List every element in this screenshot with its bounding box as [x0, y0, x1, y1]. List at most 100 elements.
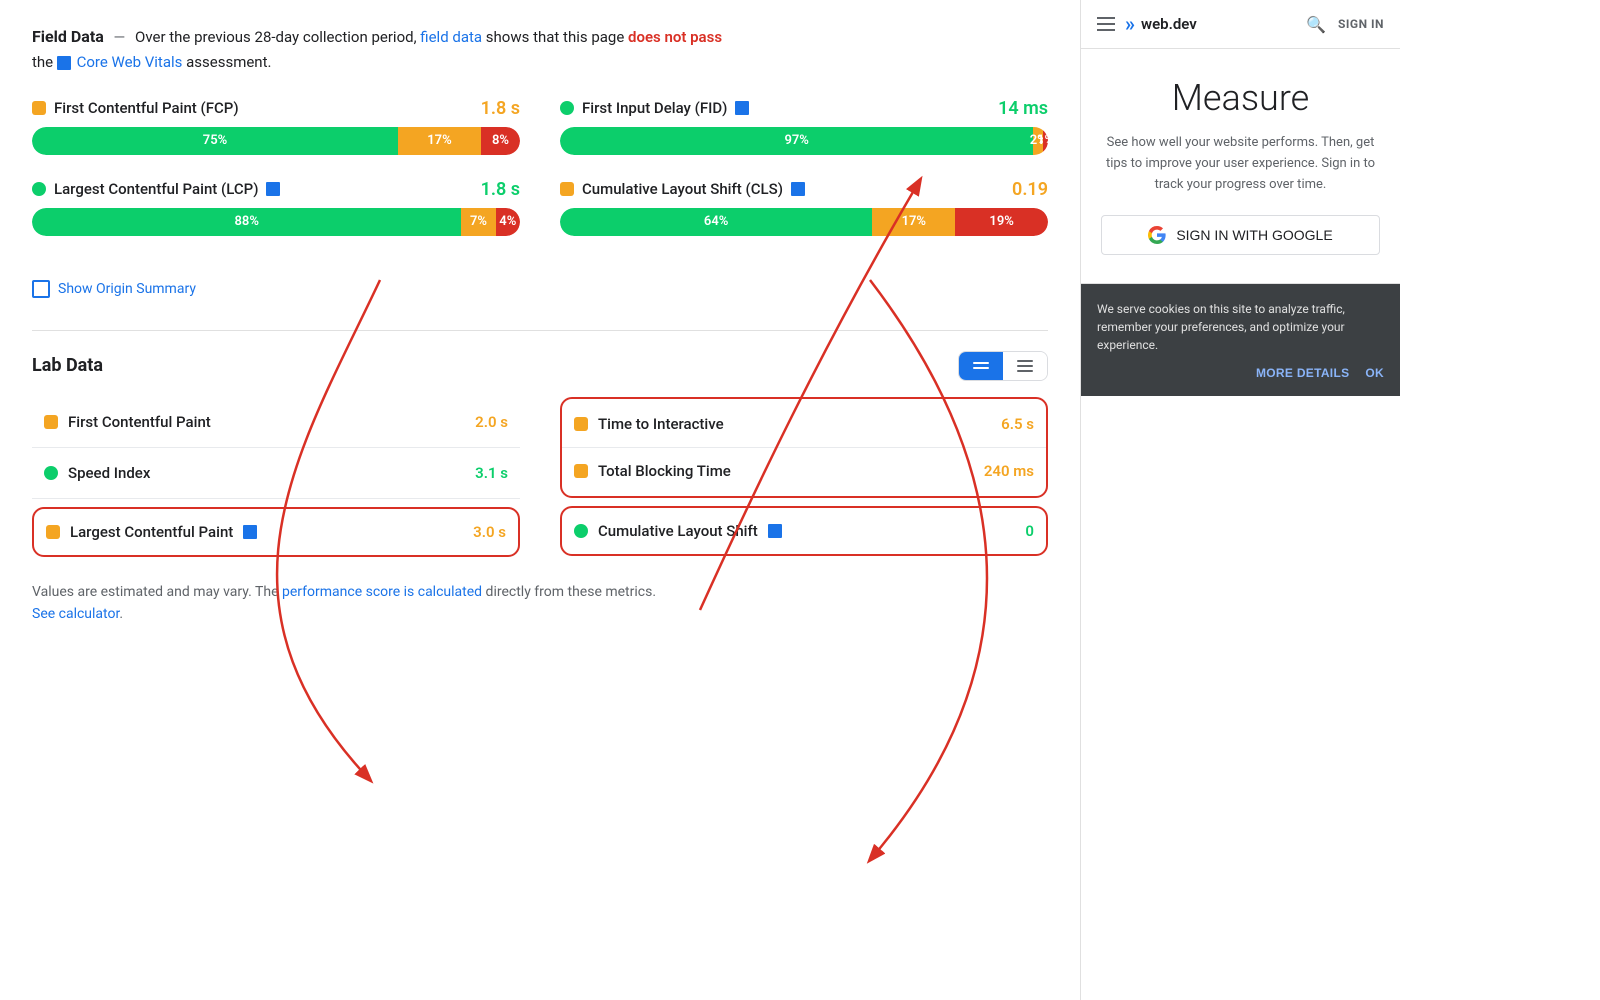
google-signin-button[interactable]: SIGN IN WITH GOOGLE	[1101, 215, 1380, 255]
page-wrapper: Field Data — Over the previous 28-day co…	[0, 0, 1600, 1000]
lab-cls-left: Cumulative Layout Shift	[574, 522, 782, 540]
lab-col-left: First Contentful Paint 2.0 s Speed Index…	[32, 397, 520, 561]
lab-fcp: First Contentful Paint 2.0 s	[32, 397, 520, 448]
sign-in-text[interactable]: SIGN IN	[1338, 17, 1384, 31]
lab-col-right: Time to Interactive 6.5 s Total Blocking…	[560, 397, 1048, 561]
metric-fid: First Input Delay (FID) 14 ms 97% 2% 1%	[560, 98, 1048, 155]
lcp-value: 1.8 s	[481, 179, 520, 200]
cookie-text: We serve cookies on this site to analyze…	[1097, 300, 1384, 354]
fcp-bar-green: 75%	[32, 127, 398, 155]
lab-lcp-dot	[46, 525, 60, 539]
measure-title: Measure	[1101, 77, 1380, 119]
lab-lcp-value: 3.0 s	[473, 523, 506, 541]
assessment-text: assessment.	[186, 53, 271, 71]
google-g-icon	[1148, 226, 1166, 244]
lab-fcp-value: 2.0 s	[475, 413, 508, 431]
cookie-ok-button[interactable]: OK	[1365, 366, 1384, 380]
lab-cls-title: Cumulative Layout Shift	[598, 522, 758, 540]
lcp-title: Largest Contentful Paint (LCP)	[54, 180, 258, 198]
metric-lcp-header: Largest Contentful Paint (LCP) 1.8 s	[32, 179, 520, 200]
fail-text: does not pass	[628, 28, 722, 46]
lab-data-section: Lab Data	[32, 351, 1048, 561]
lcp-bar: 88% 7% 4%	[32, 208, 520, 236]
cookie-more-details-button[interactable]: MORE DETAILS	[1256, 366, 1349, 380]
lab-lcp-title: Largest Contentful Paint	[70, 523, 233, 541]
fid-cwv-badge	[735, 101, 749, 115]
cls-bar-orange: 17%	[872, 208, 955, 236]
lab-metrics-grid: First Contentful Paint 2.0 s Speed Index…	[32, 397, 1048, 561]
measure-desc: See how well your website performs. Then…	[1101, 133, 1380, 195]
dash: —	[114, 28, 126, 46]
see-calculator-link[interactable]: See calculator	[32, 606, 119, 622]
show-origin-checkbox[interactable]	[32, 280, 50, 298]
toggle-list-btn[interactable]	[1003, 352, 1047, 380]
cls-dot	[560, 182, 574, 196]
lab-fcp-left: First Contentful Paint	[44, 413, 211, 431]
metric-lcp: Largest Contentful Paint (LCP) 1.8 s 88%…	[32, 179, 520, 236]
header-desc-pre: Over the previous 28-day collection peri…	[135, 28, 417, 46]
sidebar-nav-left: » web.dev	[1097, 12, 1197, 36]
sidebar-top-bar: » web.dev 🔍 SIGN IN	[1081, 0, 1400, 49]
field-data-header: Field Data — Over the previous 28-day co…	[32, 24, 1048, 74]
lab-tbt-value: 240 ms	[984, 462, 1034, 480]
metric-fid-title-group: First Input Delay (FID)	[560, 99, 749, 117]
logo-arrow-icon: »	[1125, 12, 1135, 36]
lab-si-title: Speed Index	[68, 464, 150, 482]
cwv-link[interactable]: Core Web Vitals	[77, 53, 183, 71]
field-metrics-grid: First Contentful Paint (FCP) 1.8 s 75% 1…	[32, 98, 1048, 260]
sidebar-nav-right: 🔍 SIGN IN	[1306, 15, 1384, 34]
fcp-dot	[32, 101, 46, 115]
list-icon	[1017, 360, 1033, 372]
header-desc-post: the	[32, 53, 53, 71]
metric-cls-header: Cumulative Layout Shift (CLS) 0.19	[560, 179, 1048, 200]
metric-fcp-title-group: First Contentful Paint (FCP)	[32, 99, 239, 117]
lab-data-header: Lab Data	[32, 351, 1048, 381]
lab-si-left: Speed Index	[44, 464, 150, 482]
field-data-label: Field Data	[32, 27, 104, 46]
lab-data-title: Lab Data	[32, 355, 103, 376]
search-icon[interactable]: 🔍	[1306, 15, 1326, 34]
fid-title: First Input Delay (FID)	[582, 99, 727, 117]
fcp-title: First Contentful Paint (FCP)	[54, 99, 239, 117]
lab-tti-title: Time to Interactive	[598, 415, 724, 433]
lcp-bar-orange: 7%	[461, 208, 495, 236]
lab-tti-tbt-group: Time to Interactive 6.5 s Total Blocking…	[560, 397, 1048, 498]
metric-fcp-header: First Contentful Paint (FCP) 1.8 s	[32, 98, 520, 119]
lab-tti-dot	[574, 417, 588, 431]
footer-text-pre: Values are estimated and may vary. The	[32, 584, 279, 600]
lab-tti: Time to Interactive 6.5 s	[562, 401, 1046, 448]
lab-si-value: 3.1 s	[475, 464, 508, 482]
cls-bar: 64% 17% 19%	[560, 208, 1048, 236]
cookie-banner: We serve cookies on this site to analyze…	[1081, 284, 1400, 396]
perf-score-link[interactable]: performance score is calculated	[282, 584, 482, 600]
cls-value: 0.19	[1012, 179, 1048, 200]
show-origin-label[interactable]: Show Origin Summary	[58, 281, 196, 297]
field-data-link[interactable]: field data	[420, 28, 482, 46]
toggle-equal-btn[interactable]	[959, 352, 1003, 380]
metric-lcp-title-group: Largest Contentful Paint (LCP)	[32, 180, 280, 198]
lab-cls: Cumulative Layout Shift 0	[560, 506, 1048, 556]
fcp-bar-red: 8%	[481, 127, 520, 155]
fid-bar-green: 97%	[560, 127, 1033, 155]
hamburger-icon[interactable]	[1097, 17, 1115, 31]
metric-cls: Cumulative Layout Shift (CLS) 0.19 64% 1…	[560, 179, 1048, 236]
sidebar: » web.dev 🔍 SIGN IN Measure See how well…	[1080, 0, 1400, 1000]
cls-bar-green: 64%	[560, 208, 872, 236]
logo-text: web.dev	[1141, 15, 1197, 33]
show-origin-row[interactable]: Show Origin Summary	[32, 280, 1048, 298]
lab-lcp: Largest Contentful Paint 3.0 s	[32, 507, 520, 557]
lab-lcp-cwv-badge	[243, 525, 257, 539]
lcp-cwv-badge	[266, 182, 280, 196]
cwv-icon	[57, 56, 71, 70]
main-content: Field Data — Over the previous 28-day co…	[0, 0, 1080, 1000]
view-toggle[interactable]	[958, 351, 1048, 381]
lab-cls-dot	[574, 524, 588, 538]
fid-dot	[560, 101, 574, 115]
lcp-dot	[32, 182, 46, 196]
lab-tti-left: Time to Interactive	[574, 415, 724, 433]
footer-text-post: .	[119, 606, 123, 622]
lab-si: Speed Index 3.1 s	[32, 448, 520, 499]
lab-fcp-dot	[44, 415, 58, 429]
lab-cls-value: 0	[1025, 522, 1034, 540]
measure-card: Measure See how well your website perfor…	[1081, 49, 1400, 284]
